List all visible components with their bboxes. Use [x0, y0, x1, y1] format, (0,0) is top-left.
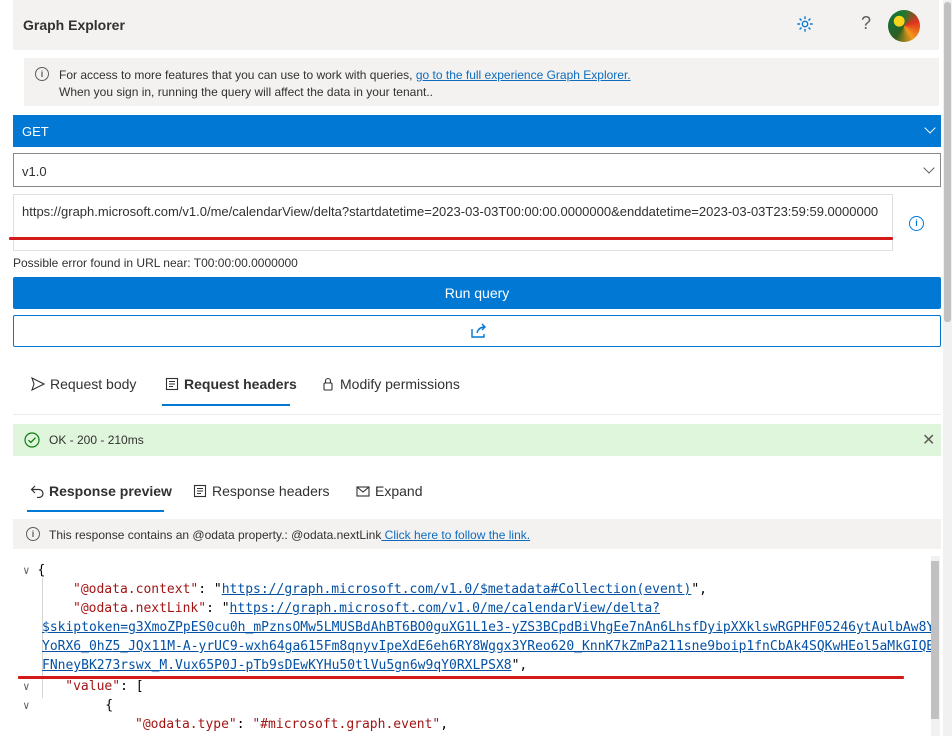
tab-response-preview-label: Response preview — [49, 483, 172, 499]
close-icon[interactable]: ✕ — [922, 430, 935, 450]
request-tabs: Request body Request headers Modify perm… — [13, 357, 941, 415]
active-tab-indicator — [27, 510, 164, 512]
mail-icon — [356, 486, 370, 497]
url-error-message: Possible error found in URL near: T00:00… — [13, 256, 298, 270]
url-highlight-underline — [9, 237, 893, 240]
chevron-down-icon[interactable]: ∨ — [23, 699, 30, 712]
json-brace: { — [105, 698, 114, 713]
tab-modify-permissions[interactable]: Modify permissions — [321, 376, 460, 392]
tab-request-body[interactable]: Request body — [31, 376, 136, 392]
gear-icon[interactable] — [796, 15, 814, 33]
tab-response-headers[interactable]: Response headers — [193, 483, 330, 499]
json-line-nextlink-wrap1: $skiptoken=g3XmoZPpES0cu0h_mPznsOMw5LMUS… — [42, 618, 931, 637]
info-banner-line2: When you sign in, running the query will… — [59, 85, 434, 99]
json-link-context[interactable]: https://graph.microsoft.com/v1.0/$metada… — [222, 582, 692, 597]
help-icon[interactable]: ? — [861, 13, 871, 34]
json-key-value: "value" — [65, 679, 121, 694]
json-brace: { — [37, 563, 46, 578]
json-link-nextlink[interactable]: https://graph.microsoft.com/v1.0/me/cale… — [230, 601, 660, 616]
json-key-context: "@odata.context" — [73, 582, 199, 597]
follow-nextlink-link[interactable]: Click here to follow the link. — [381, 528, 530, 542]
full-experience-link[interactable]: go to the full experience Graph Explorer… — [416, 68, 631, 82]
odata-notice-bar: i This response contains an @odata prope… — [13, 519, 941, 549]
odata-notice-message: This response contains an @odata propert… — [49, 528, 382, 542]
app-title: Graph Explorer — [23, 17, 125, 33]
avatar[interactable] — [888, 10, 920, 42]
chevron-down-icon[interactable]: ∨ — [23, 680, 30, 693]
status-text: OK - 200 - 210ms — [49, 433, 144, 447]
document-icon — [165, 377, 179, 391]
tab-expand[interactable]: Expand — [356, 483, 422, 499]
json-key-type: "@odata.type" — [135, 717, 237, 732]
response-tabs: Response preview Response headers Expand — [13, 462, 941, 518]
info-banner-line1: For access to more features that you can… — [59, 68, 631, 82]
response-json-viewer[interactable]: ∨ { "@odata.context": "https://graph.mic… — [13, 556, 931, 736]
document-icon — [193, 484, 207, 498]
chevron-down-icon — [924, 122, 936, 134]
http-method-value: GET — [22, 124, 49, 139]
json-key-nextlink: "@odata.nextLink" — [73, 601, 207, 616]
json-value-type: "#microsoft.graph.event" — [252, 717, 441, 732]
send-icon — [31, 377, 45, 391]
tab-request-body-label: Request body — [50, 376, 137, 392]
http-method-dropdown[interactable]: GET — [13, 115, 941, 147]
active-tab-indicator — [162, 404, 290, 406]
query-url-input[interactable]: https://graph.microsoft.com/v1.0/me/cale… — [13, 194, 893, 251]
json-line-item: ∨ { — [23, 696, 113, 715]
nextlink-highlight-underline — [18, 676, 904, 679]
json-line-open: ∨ { — [23, 561, 45, 580]
api-version-dropdown[interactable]: v1.0 — [13, 153, 941, 187]
page-scrollbar-thumb[interactable] — [944, 2, 951, 322]
tab-request-headers[interactable]: Request headers — [165, 376, 297, 392]
share-query-button[interactable] — [13, 315, 941, 347]
json-link-nextlink-cont[interactable]: YoRX6_0hZ5_JQx11M-A-yrUC9-wxh64ga615Fm8q… — [42, 639, 931, 654]
json-link-nextlink-cont[interactable]: FNneyBK273rswx_M.Vux65P0J-pTb9sDEwKYHu50… — [42, 658, 512, 673]
json-line-nextlink-wrap2: YoRX6_0hZ5_JQx11M-A-yrUC9-wxh64ga615Fm8q… — [42, 637, 931, 656]
json-link-nextlink-cont[interactable]: $skiptoken=g3XmoZPpES0cu0h_mPznsOMw5LMUS… — [42, 620, 931, 635]
json-line-nextlink-wrap3: FNneyBK273rswx_M.Vux65P0J-pTb9sDEwKYHu50… — [42, 658, 528, 673]
json-bracket: [ — [135, 679, 144, 694]
url-info-icon[interactable]: i — [909, 216, 924, 231]
tab-response-headers-label: Response headers — [212, 483, 330, 499]
info-icon: i — [35, 67, 49, 81]
return-arrow-icon — [30, 485, 44, 498]
query-url-text[interactable]: https://graph.microsoft.com/v1.0/me/cale… — [22, 203, 882, 220]
tab-modify-permissions-label: Modify permissions — [340, 376, 460, 392]
json-line-type: "@odata.type": "#microsoft.graph.event", — [135, 717, 449, 732]
chevron-down-icon — [923, 162, 935, 174]
status-message-bar: OK - 200 - 210ms ✕ — [13, 424, 941, 456]
api-version-value: v1.0 — [22, 164, 47, 179]
lock-icon — [323, 377, 333, 391]
info-banner-text: For access to more features that you can… — [59, 68, 416, 82]
odata-notice-text: This response contains an @odata propert… — [49, 528, 530, 542]
chevron-down-icon[interactable]: ∨ — [23, 564, 30, 577]
tab-response-preview[interactable]: Response preview — [30, 483, 172, 499]
check-circle-icon — [24, 432, 40, 448]
share-icon — [471, 323, 486, 338]
code-scrollbar-thumb[interactable] — [930, 561, 939, 719]
tab-expand-label: Expand — [375, 483, 423, 499]
info-banner: i For access to more features that you c… — [24, 58, 939, 106]
app-header: Graph Explorer ? — [13, 0, 939, 50]
tab-request-headers-label: Request headers — [184, 376, 297, 392]
json-line-nextlink: "@odata.nextLink": "https://graph.micros… — [73, 601, 661, 616]
info-icon: i — [26, 527, 40, 541]
json-line-value: ∨ "value": [ — [23, 679, 144, 694]
json-line-context: "@odata.context": "https://graph.microso… — [73, 582, 707, 597]
run-query-button[interactable]: Run query — [13, 277, 941, 309]
